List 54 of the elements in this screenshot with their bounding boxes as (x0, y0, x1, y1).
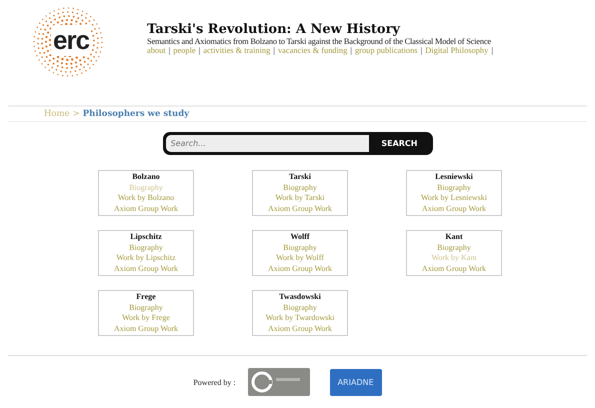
philosopher-link[interactable]: Axiom Group Work (268, 204, 332, 214)
philosopher-link[interactable]: Axiom Group Work (268, 324, 332, 334)
philosopher-link[interactable]: Axiom Group Work (268, 264, 332, 274)
philosopher-name: Kant (445, 232, 463, 242)
nav-link[interactable]: people (173, 46, 196, 55)
nav-link[interactable]: activities & training (203, 46, 270, 55)
philosopher-link[interactable]: Work by Lipschitz (116, 253, 176, 264)
philosopher-name: Twasdowski (279, 292, 321, 302)
breadcrumb-link[interactable]: Home (44, 109, 70, 119)
nav-link[interactable]: group publications (354, 46, 418, 55)
philosopher-link[interactable]: Biography (283, 182, 317, 193)
philosopher-link[interactable]: Biography (437, 242, 471, 253)
nav-separator: | (350, 46, 352, 55)
philosopher-link[interactable]: Work by Tarski (275, 193, 325, 204)
breadcrumb-link[interactable]: Philosophers we study (82, 109, 190, 119)
nav-link[interactable]: Digital Philosophy (425, 46, 488, 55)
powered-by-label: Powered by : (193, 378, 236, 386)
philosopher-name: Bolzano (132, 172, 160, 182)
philosopher-link[interactable]: Work by Lesniewski (420, 193, 487, 204)
philosopher-name: Lipschitz (130, 232, 162, 242)
site-title: Tarski's Revolution: A New History (147, 22, 402, 37)
philosopher-link[interactable]: Axiom Group Work (114, 324, 178, 334)
nav-link[interactable]: about (147, 46, 166, 55)
philosopher-link[interactable]: Biography (283, 302, 317, 313)
philosopher-link[interactable]: Biography (129, 242, 163, 253)
nav-separator: | (168, 46, 170, 55)
philosopher-link[interactable]: Biography (129, 182, 163, 193)
ariadne-logo: ARIADNE (330, 368, 382, 396)
philosopher-link[interactable]: Work by Bolzano (118, 193, 174, 204)
philosopher-link[interactable]: Axiom Group Work (422, 204, 486, 214)
philosopher-link[interactable]: Biography (129, 302, 163, 313)
philosopher-name: Frege (136, 292, 156, 302)
philosopher-link[interactable]: Work by Wolff (276, 253, 324, 264)
philosopher-name: Tarski (289, 172, 311, 182)
nav-separator: | (198, 46, 200, 55)
philosopher-link[interactable]: Axiom Group Work (114, 264, 178, 274)
logo-text: erc (51, 25, 92, 56)
philosopher-link[interactable]: Biography (437, 182, 471, 193)
nav-link[interactable]: vacancies & funding (278, 46, 348, 55)
search-field[interactable]: Search... (166, 135, 370, 152)
swirl-logo-icon (248, 368, 310, 396)
philosopher-link[interactable]: Biography (283, 242, 317, 253)
nav-separator: | (420, 46, 422, 55)
breadcrumb-separator-icon: > (72, 109, 80, 119)
nav-separator: | (273, 46, 275, 55)
philosopher-name: Lesniewski (435, 172, 473, 182)
philosopher-link[interactable]: Work by Twardowski (266, 313, 334, 324)
philosopher-link[interactable]: Work by Frege (122, 313, 170, 324)
philosopher-link[interactable]: Axiom Group Work (114, 204, 178, 214)
nav-separator: | (491, 46, 493, 55)
site-subtitle: Semantics and Axiomatics from Bolzano to Tarski against the Background of the Classical Model of Science (147, 37, 492, 46)
philosopher-name: Wolff (290, 232, 310, 242)
philosopher-link[interactable]: Work by Kant (431, 253, 477, 264)
philosopher-link[interactable]: Axiom Group Work (422, 264, 486, 274)
